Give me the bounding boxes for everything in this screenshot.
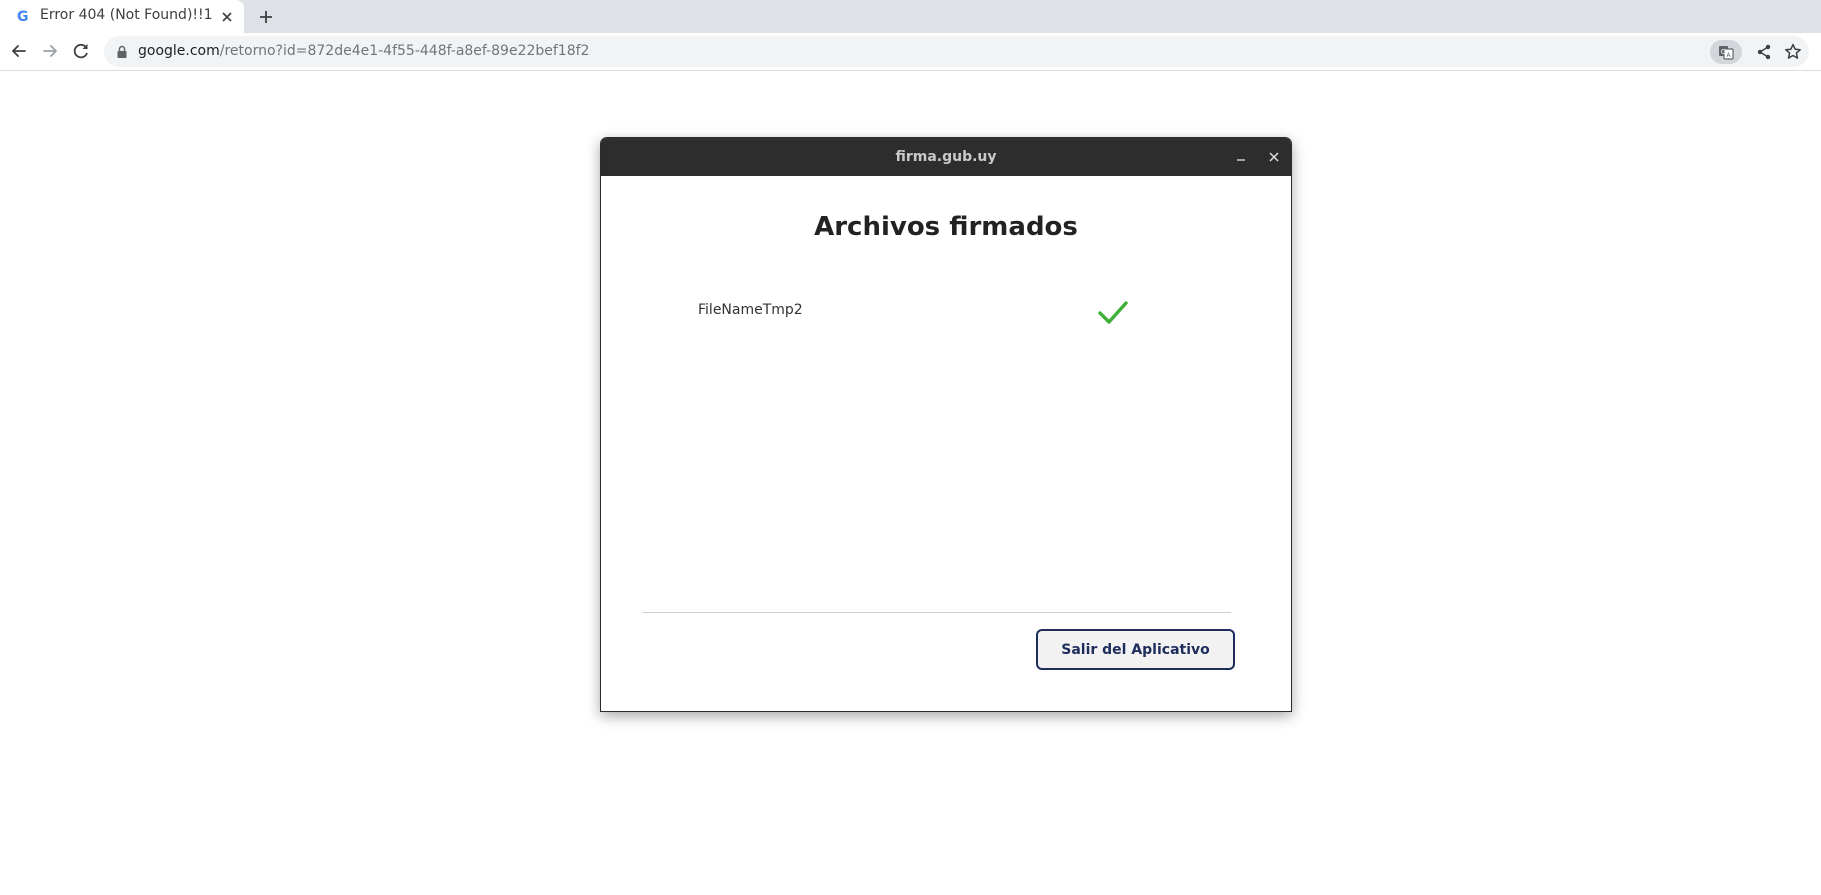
address-bar[interactable]: google.com/retorno?id=872de4e1-4f55-448f… (104, 36, 1809, 67)
firma-dialog-window: firma.gub.uy Archivos firmados FileNameT… (600, 137, 1292, 712)
share-icon[interactable] (1752, 40, 1776, 64)
tab-title: Error 404 (Not Found)!!1 (40, 7, 213, 23)
close-tab-icon[interactable] (218, 8, 236, 26)
url-path: /retorno?id=872de4e1-4f55-448f-a8ef-89e2… (219, 43, 590, 59)
svg-text:G: G (1721, 48, 1726, 56)
lock-icon[interactable] (116, 45, 128, 59)
url-text[interactable]: google.com/retorno?id=872de4e1-4f55-448f… (138, 43, 589, 59)
file-name: FileNameTmp2 (698, 302, 803, 318)
browser-toolbar: google.com/retorno?id=872de4e1-4f55-448f… (0, 33, 1821, 71)
bookmark-star-icon[interactable] (1781, 40, 1805, 64)
tab-strip: G Error 404 (Not Found)!!1 (0, 0, 1821, 33)
close-window-icon[interactable] (1266, 149, 1282, 165)
minimize-icon[interactable] (1233, 149, 1249, 165)
google-favicon-icon: G (17, 9, 29, 25)
forward-arrow-icon[interactable] (39, 40, 61, 62)
checkmark-icon (1098, 301, 1128, 324)
dialog-titlebar[interactable]: firma.gub.uy (601, 138, 1291, 176)
new-tab-plus-icon[interactable] (256, 7, 276, 27)
exit-app-button[interactable]: Salir del Aplicativo (1036, 629, 1235, 670)
divider (642, 612, 1231, 613)
file-list-item: FileNameTmp2 (697, 296, 1137, 330)
reload-icon[interactable] (70, 40, 92, 62)
browser-tab[interactable]: G Error 404 (Not Found)!!1 (0, 0, 244, 33)
url-host: google.com (138, 43, 220, 59)
translate-button[interactable]: G A (1710, 40, 1742, 64)
back-arrow-icon[interactable] (8, 40, 30, 62)
window-title: firma.gub.uy (895, 149, 997, 165)
dialog-heading: Archivos firmados (814, 212, 1078, 242)
translate-icon: G A (1719, 46, 1734, 60)
